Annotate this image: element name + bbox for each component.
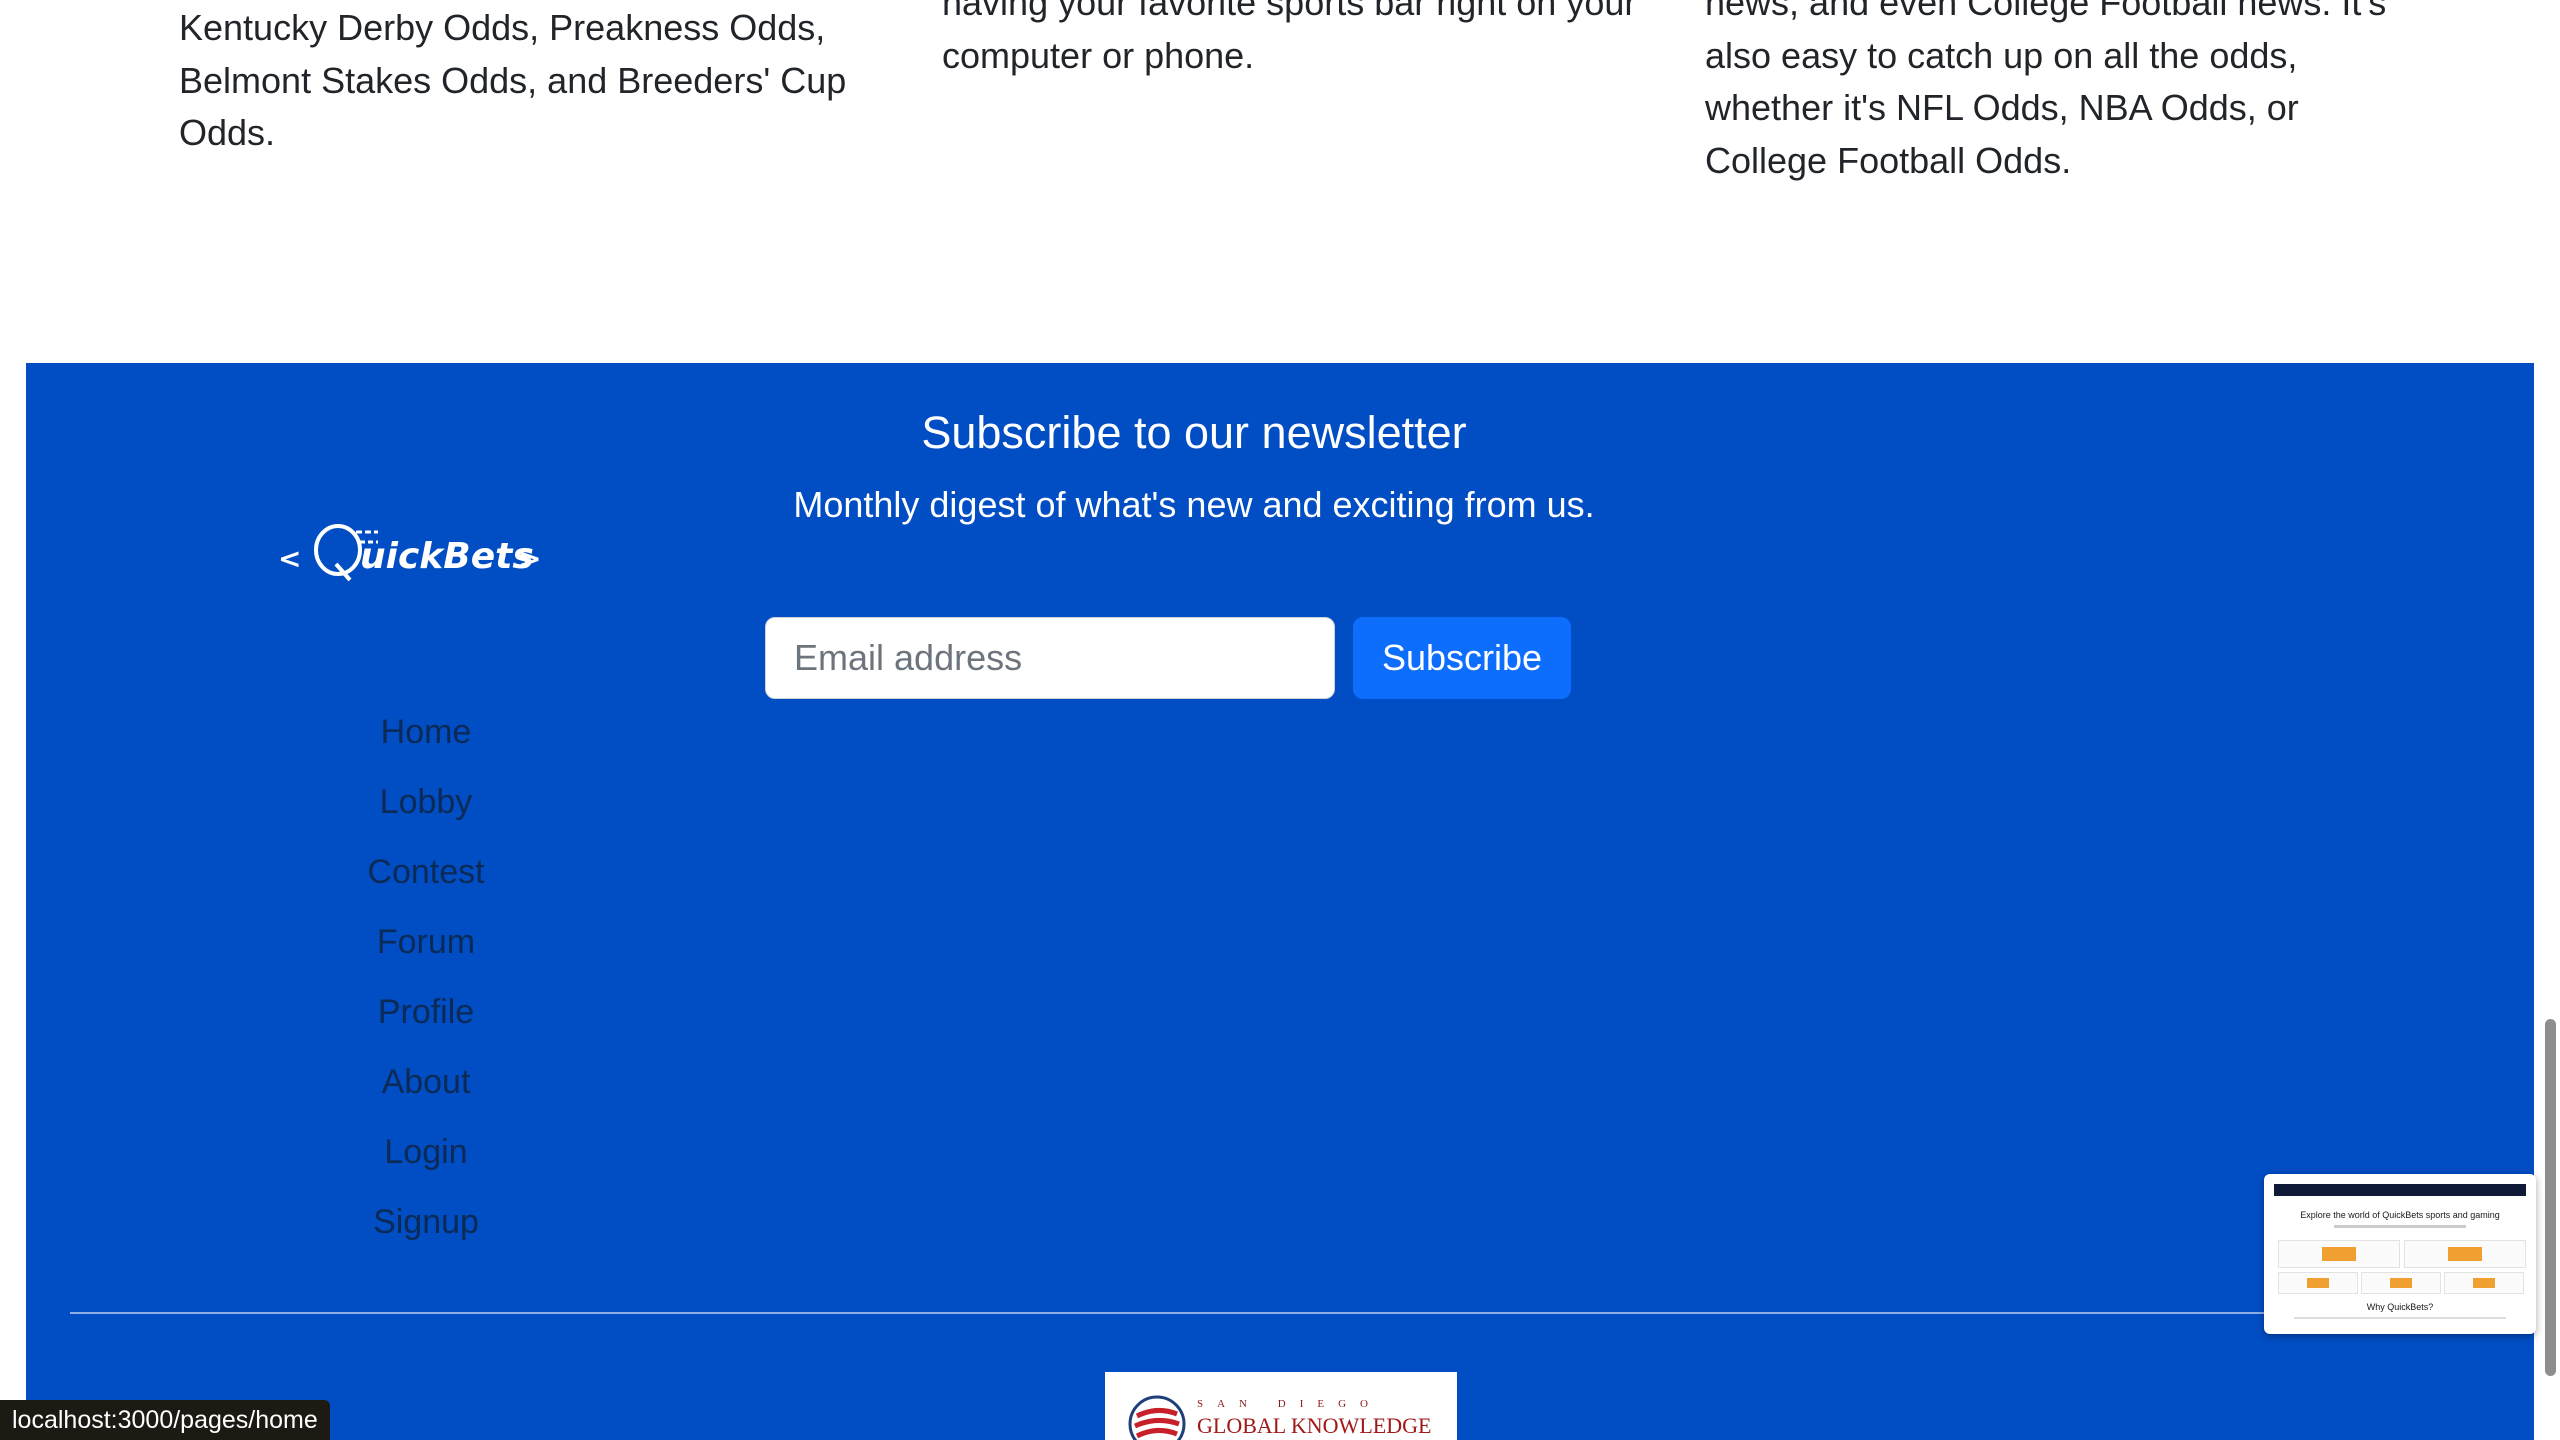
site-footer: < uickBets > Home Lobby Contest Forum Pr… [26,363,2534,1440]
partner-logo[interactable]: SAN DIEGO GLOBAL KNOWLEDGE [1105,1372,1457,1440]
footer-link-lobby[interactable]: Lobby [276,767,576,837]
svg-text:>: > [518,542,541,575]
partner-logo-line1: SAN DIEGO [1197,1398,1382,1410]
page-preview-thumbnail[interactable]: Explore the world of QuickBets sports an… [2264,1174,2536,1334]
thumbnail-card [2404,1240,2526,1268]
scrollbar-thumb[interactable] [2545,1019,2556,1376]
footer-link-home[interactable]: Home [276,697,576,767]
globe-icon [1128,1395,1186,1440]
subscribe-button[interactable]: Subscribe [1353,617,1571,699]
footer-link-signup[interactable]: Signup [276,1187,576,1257]
svg-text:<: < [278,542,301,575]
footer-link-profile[interactable]: Profile [276,977,576,1047]
intro-column-1: Kentucky Derby Odds, Preakness Odds, Bel… [179,2,879,160]
footer-link-login[interactable]: Login [276,1117,576,1187]
thumbnail-subtitle-line [2334,1225,2466,1228]
footer-divider [70,1312,2510,1314]
intro-text: news, and even College Football news. It… [1705,0,2387,181]
footer-nav: Home Lobby Contest Forum Profile About L… [276,697,576,1257]
newsletter-subtitle: Monthly digest of what's new and excitin… [793,484,1595,525]
status-bar-url: localhost:3000/pages/home [0,1400,330,1440]
quickbets-logo[interactable]: < uickBets > [274,518,544,588]
intro-text: Kentucky Derby Odds, Preakness Odds, Bel… [179,7,847,153]
footer-link-about[interactable]: About [276,1047,576,1117]
thumbnail-title: Explore the world of QuickBets sports an… [2300,1210,2500,1220]
intro-column-2: having your favorite sports bar right on… [942,0,1642,82]
footer-link-forum[interactable]: Forum [276,907,576,977]
email-input[interactable] [765,617,1335,699]
intro-column-3: news, and even College Football news. It… [1705,0,2405,187]
thumbnail-text-line [2294,1317,2506,1319]
partner-logo-line2: GLOBAL KNOWLEDGE [1197,1413,1432,1438]
thumbnail-navbar [2274,1184,2526,1196]
thumbnail-card [2361,1272,2441,1294]
thumbnail-card [2444,1272,2524,1294]
newsletter-title: Subscribe to our newsletter [921,407,1467,458]
thumbnail-heading: Why QuickBets? [2366,1302,2434,1312]
svg-text:uickBets: uickBets [360,536,534,577]
intro-text: having your favorite sports bar right on… [942,0,1637,76]
footer-link-contest[interactable]: Contest [276,837,576,907]
thumbnail-card [2278,1272,2358,1294]
thumbnail-card [2278,1240,2400,1268]
